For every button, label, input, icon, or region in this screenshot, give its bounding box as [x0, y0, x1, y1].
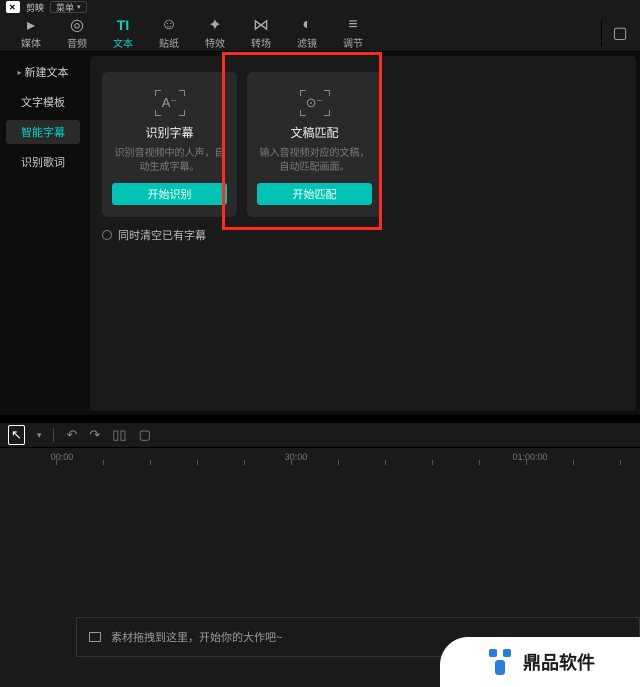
- filter-icon: ◐: [284, 16, 330, 34]
- card-recognize-subtitle: A⁻ 识别字幕 识别音视频中的人声，自动生成字幕。 开始识别: [102, 72, 237, 217]
- start-match-button[interactable]: 开始匹配: [257, 183, 372, 205]
- tick-label: 00:00: [51, 452, 74, 462]
- tab-transition[interactable]: ⋈ 转场: [238, 16, 284, 50]
- transition-icon: ⋈: [238, 16, 284, 34]
- subtitle-scan-icon: A⁻: [155, 90, 185, 116]
- timeline[interactable]: 素材拖拽到这里，开始你的大作吧~ 鼎品软件: [0, 465, 640, 687]
- chevron-down-icon: ▾: [77, 3, 81, 11]
- tab-audio[interactable]: ◎ 音频: [54, 16, 100, 50]
- main-panel: A⁻ 识别字幕 识别音视频中的人声，自动生成字幕。 开始识别 ⊙⁻ 文稿匹配 输…: [90, 56, 636, 411]
- redo-button[interactable]: ↷: [89, 427, 100, 443]
- watermark-text: 鼎品软件: [523, 649, 595, 675]
- track-hint: 素材拖拽到这里，开始你的大作吧~: [111, 629, 282, 645]
- timeline-ruler[interactable]: 00:00 30:00 01:00:00: [0, 447, 640, 465]
- sidebar-item-lyrics[interactable]: 识别歌词: [6, 150, 80, 174]
- start-recognize-button[interactable]: 开始识别: [112, 183, 227, 205]
- app-name: 剪映: [26, 1, 44, 14]
- tab-adjust[interactable]: ≡ 调节: [330, 16, 376, 50]
- disc-icon: ◎: [54, 16, 100, 34]
- chevron-down-icon[interactable]: ▾: [37, 430, 42, 441]
- sticker-icon: ☺: [146, 16, 192, 34]
- undo-button[interactable]: ↶: [66, 427, 77, 443]
- tab-media[interactable]: ▸ 媒体: [8, 16, 54, 50]
- app-logo: ✕: [6, 1, 20, 13]
- tab-effect[interactable]: ✦ 特效: [192, 16, 238, 50]
- crop-button[interactable]: ▢: [139, 427, 151, 443]
- card-title: 识别字幕: [145, 124, 193, 141]
- sliders-icon: ≡: [330, 16, 376, 34]
- tab-text[interactable]: TI 文本: [100, 16, 146, 50]
- sidebar-item-new-text[interactable]: ▸新建文本: [6, 60, 80, 84]
- tick-label: 30:00: [285, 452, 308, 462]
- sparkle-icon: ✦: [192, 16, 238, 34]
- titlebar: ✕ 剪映 菜单▾: [0, 0, 640, 14]
- clear-subtitles-option[interactable]: 同时清空已有字幕: [102, 227, 624, 243]
- tab-more[interactable]: ▢: [608, 24, 632, 42]
- play-icon: ▸: [8, 16, 54, 34]
- square-icon: ▢: [608, 24, 632, 42]
- sidebar-item-template[interactable]: 文字模板: [6, 90, 80, 114]
- card-title: 文稿匹配: [290, 124, 338, 141]
- menu-button[interactable]: 菜单▾: [50, 1, 87, 13]
- watermark-logo-icon: [485, 647, 515, 677]
- radio-icon: [102, 230, 112, 240]
- edit-toolbar: ↖ ▾ ↶ ↷ ▯▯ ▢: [0, 423, 640, 447]
- card-script-match: ⊙⁻ 文稿匹配 输入音视频对应的文稿，自动匹配画面。 开始匹配: [247, 72, 382, 217]
- split-button[interactable]: ▯▯: [112, 427, 126, 443]
- tab-filter[interactable]: ◐ 滤镜: [284, 16, 330, 50]
- card-desc: 识别音视频中的人声，自动生成字幕。: [112, 147, 227, 179]
- watermark: 鼎品软件: [440, 637, 640, 687]
- triangle-right-icon: ▸: [17, 68, 21, 77]
- text-icon: TI: [100, 16, 146, 34]
- sidebar-item-smart-subtitle[interactable]: 智能字幕: [6, 120, 80, 144]
- media-icon: [89, 632, 101, 642]
- tick-label: 01:00:00: [512, 452, 547, 462]
- card-desc: 输入音视频对应的文稿，自动匹配画面。: [257, 147, 372, 179]
- main-tabs: ▸ 媒体 ◎ 音频 TI 文本 ☺ 贴纸 ✦ 特效 ⋈ 转场 ◐ 滤镜 ≡ 调节…: [0, 14, 640, 52]
- tab-sticker[interactable]: ☺ 贴纸: [146, 16, 192, 50]
- script-scan-icon: ⊙⁻: [300, 90, 330, 116]
- cursor-tool[interactable]: ↖: [8, 425, 25, 445]
- sidebar: ▸新建文本 文字模板 智能字幕 识别歌词: [0, 52, 86, 415]
